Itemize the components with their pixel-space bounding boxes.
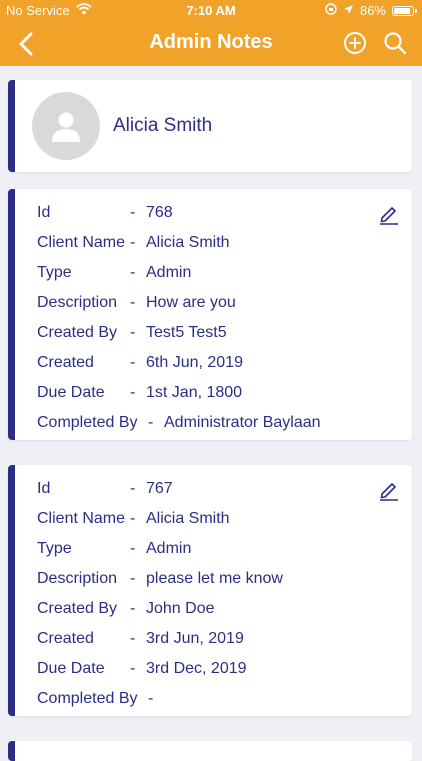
- note-created-by-row: Created By - John Doe: [37, 597, 396, 627]
- field-separator: -: [130, 480, 136, 497]
- field-separator: -: [130, 384, 136, 401]
- field-value: 3rd Jun, 2019: [146, 630, 244, 647]
- field-separator: -: [130, 630, 136, 647]
- card-accent: [8, 80, 15, 172]
- card-accent: [8, 741, 15, 761]
- note-client-row: Client Name - Alicia Smith: [37, 507, 396, 537]
- search-icon: [384, 32, 407, 55]
- field-label: Description: [37, 570, 118, 587]
- field-separator: -: [130, 234, 136, 251]
- note-due-date-row: Due Date - 3rd Dec, 2019: [37, 657, 396, 687]
- plus-circle-icon: [344, 32, 366, 54]
- field-label: Type: [37, 264, 72, 281]
- field-value: Alicia Smith: [146, 510, 230, 527]
- field-separator: -: [130, 570, 136, 587]
- field-separator: -: [130, 600, 136, 617]
- note-created-row: Created - 3rd Jun, 2019: [37, 627, 396, 657]
- field-label: Id: [37, 204, 51, 221]
- note-created-by-row: Created By - Test5 Test5: [37, 321, 396, 351]
- field-value: Test5 Test5: [146, 324, 227, 341]
- field-label: Due Date: [37, 660, 105, 677]
- location-icon: [343, 3, 354, 18]
- navigation-bar: Admin Notes: [0, 22, 422, 66]
- note-card[interactable]: Id - 767 Client Name - Alicia Smith Type…: [8, 465, 412, 716]
- field-value: How are you: [146, 294, 236, 311]
- back-button[interactable]: [10, 28, 42, 60]
- client-name: Alicia Smith: [113, 115, 213, 136]
- client-profile-card: Alicia Smith: [8, 80, 412, 172]
- field-separator: -: [130, 204, 136, 221]
- field-value: 767: [146, 480, 173, 497]
- field-separator: -: [130, 264, 136, 281]
- field-separator: -: [130, 324, 136, 341]
- note-card-partial[interactable]: [8, 741, 412, 761]
- battery-percent: 86%: [359, 3, 386, 18]
- note-due-date-row: Due Date - 1st Jan, 1800: [37, 381, 396, 411]
- field-separator: -: [130, 294, 136, 311]
- field-label: Created: [37, 630, 94, 647]
- status-bar: No Service 7:10 AM 86%: [0, 0, 422, 22]
- chevron-left-icon: [19, 32, 33, 56]
- field-separator: -: [148, 690, 154, 707]
- field-label: Client Name: [37, 234, 126, 251]
- note-card[interactable]: Id - 768 Client Name - Alicia Smith Type…: [8, 189, 412, 440]
- note-description-row: Description - How are you: [37, 291, 396, 321]
- field-label: Completed By: [37, 690, 138, 707]
- card-accent: [8, 189, 15, 440]
- add-note-button[interactable]: [342, 30, 368, 56]
- field-value: Alicia Smith: [146, 234, 230, 251]
- field-separator: -: [130, 660, 136, 677]
- note-client-row: Client Name - Alicia Smith: [37, 231, 396, 261]
- note-created-row: Created - 6th Jun, 2019: [37, 351, 396, 381]
- person-placeholder-icon: [52, 112, 80, 142]
- note-completed-by-row: Completed By - Administrator Baylaan: [37, 411, 396, 440]
- field-value: Administrator Baylaan: [164, 414, 321, 431]
- note-completed-by-row: Completed By -: [37, 687, 396, 716]
- field-separator: -: [130, 354, 136, 371]
- field-value: Admin: [146, 264, 192, 281]
- field-value: 3rd Dec, 2019: [146, 660, 247, 677]
- field-value: 6th Jun, 2019: [146, 354, 243, 371]
- field-value: 768: [146, 204, 173, 221]
- field-label: Description: [37, 294, 118, 311]
- field-label: Client Name: [37, 510, 126, 527]
- note-description-row: Description - please let me know: [37, 567, 396, 597]
- field-value: Admin: [146, 540, 192, 557]
- field-separator: -: [130, 540, 136, 557]
- battery-icon: [392, 5, 417, 16]
- field-label: Id: [37, 480, 51, 497]
- field-value: 1st Jan, 1800: [146, 384, 243, 401]
- field-label: Created By: [37, 324, 118, 341]
- field-label: Created: [37, 354, 94, 371]
- note-id-row: Id - 768: [37, 201, 396, 231]
- avatar: [32, 92, 100, 160]
- field-label: Created By: [37, 600, 118, 617]
- note-type-row: Type - Admin: [37, 537, 396, 567]
- search-button[interactable]: [382, 30, 408, 56]
- field-label: Completed By: [37, 414, 138, 431]
- field-label: Type: [37, 540, 72, 557]
- field-label: Due Date: [37, 384, 105, 401]
- field-separator: -: [130, 510, 136, 527]
- field-separator: -: [148, 414, 154, 431]
- field-value: John Doe: [146, 600, 215, 617]
- note-id-row: Id - 767: [37, 477, 396, 507]
- field-value: please let me know: [146, 570, 283, 587]
- note-type-row: Type - Admin: [37, 261, 396, 291]
- card-accent: [8, 465, 15, 716]
- top-bar: No Service 7:10 AM 86% Admin Notes: [0, 0, 422, 66]
- orientation-lock-icon: [325, 3, 337, 18]
